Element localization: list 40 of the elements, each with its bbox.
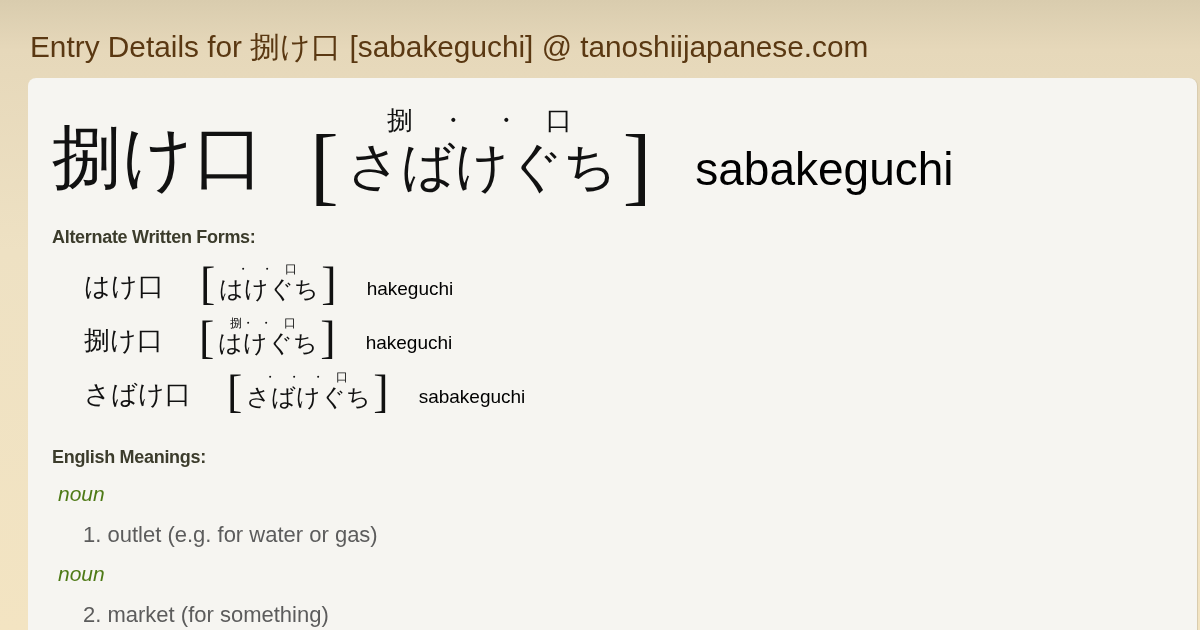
kanji-mark: 口 xyxy=(336,371,349,383)
kanji-mark: ・ xyxy=(288,371,301,383)
kanji-mark: ・ xyxy=(264,371,277,383)
kanji-mark: 口 xyxy=(284,317,297,329)
open-bracket: [ xyxy=(200,261,216,307)
page-title: Entry Details for 捌け口 [sabakeguchi] @ tanoshiijapanese.com xyxy=(29,29,869,64)
close-bracket: ] xyxy=(622,122,652,208)
kana-reading: はけぐち xyxy=(218,331,319,355)
kana-reading: さばけぐち xyxy=(246,385,372,409)
kanji-mark: 口 xyxy=(545,108,572,134)
headword: 捌け口 xyxy=(52,123,264,193)
open-bracket: [ xyxy=(199,315,215,361)
kanji-mark: 口 xyxy=(285,263,298,275)
kana-reading: はけぐち xyxy=(219,277,320,301)
close-bracket: ] xyxy=(373,369,389,415)
definition-text: 2. market (for something) xyxy=(82,602,330,628)
headword: 捌け口 xyxy=(84,328,163,354)
kanji-mark: ・ xyxy=(261,263,274,275)
close-bracket: ] xyxy=(321,261,337,307)
section-heading: English Meanings: xyxy=(52,446,207,468)
kanji-mark: ・ xyxy=(312,371,325,383)
kanji-mark: ・ xyxy=(237,263,250,275)
kanji-mark: ・ xyxy=(492,108,519,134)
romaji-reading: hakeguchi xyxy=(366,279,454,298)
part-of-speech: noun xyxy=(57,482,106,506)
headword: はけ口 xyxy=(84,274,164,300)
kanji-mark: ・ xyxy=(439,108,466,134)
open-bracket: [ xyxy=(310,122,339,208)
close-bracket: ] xyxy=(320,315,336,361)
part-of-speech: noun xyxy=(57,562,106,586)
kanji-mark: ・ xyxy=(260,317,273,329)
section-heading: Alternate Written Forms: xyxy=(52,226,257,248)
open-bracket: [ xyxy=(227,369,243,415)
headword: さばけ口 xyxy=(84,382,191,408)
definition-text: 1. outlet (e.g. for water or gas) xyxy=(82,522,379,548)
kana-reading: さばけぐち xyxy=(346,140,617,193)
romaji-reading: sabakeguchi xyxy=(418,387,526,406)
romaji-reading: hakeguchi xyxy=(365,333,453,352)
kanji-mark: 捌・ xyxy=(230,317,255,329)
kanji-mark: 捌 xyxy=(386,108,413,134)
